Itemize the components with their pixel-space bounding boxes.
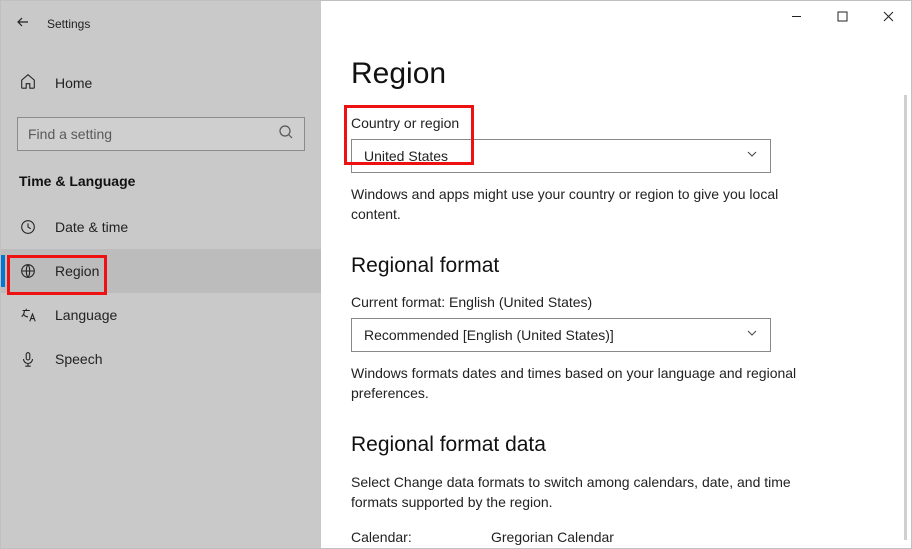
format-dropdown[interactable]: Recommended [English (United States)] [351,318,771,352]
chevron-down-icon [746,326,758,344]
home-label: Home [55,75,92,91]
minimize-button[interactable] [773,1,819,31]
home-nav[interactable]: Home [1,63,321,103]
country-value: United States [364,148,448,164]
data-description: Select Change data formats to switch amo… [351,473,811,512]
page-heading: Region [351,57,877,91]
globe-icon [19,262,37,280]
window-title: Settings [47,17,90,31]
calendar-label: Calendar: [351,529,491,545]
format-description: Windows formats dates and times based on… [351,364,811,403]
search-box[interactable] [17,117,305,151]
titlebar: Settings [1,7,321,41]
chevron-down-icon [746,147,758,165]
main-pane: Region Country or region United States W… [321,1,911,548]
section-title: Time & Language [1,151,321,205]
country-label: Country or region [351,115,877,131]
clock-icon [19,218,37,236]
nav-speech[interactable]: Speech [1,337,321,381]
calendar-row: Calendar: Gregorian Calendar [351,529,877,545]
close-button[interactable] [865,1,911,31]
calendar-value: Gregorian Calendar [491,529,614,545]
window-controls [773,1,911,31]
nav-label: Speech [55,351,102,367]
language-icon [19,306,37,324]
nav-region[interactable]: Region [1,249,321,293]
content-area: Region Country or region United States W… [321,1,911,548]
nav-language[interactable]: Language [1,293,321,337]
sidebar: Settings Home Time & Language Date & tim… [1,1,321,548]
format-heading: Regional format [351,254,877,278]
nav-label: Language [55,307,117,323]
settings-window: Settings Home Time & Language Date & tim… [0,0,912,549]
scrollbar[interactable] [904,95,907,540]
maximize-button[interactable] [819,1,865,31]
search-icon [278,124,294,145]
search-input[interactable] [28,126,278,142]
country-dropdown[interactable]: United States [351,139,771,173]
nav-label: Region [55,263,99,279]
home-icon [19,72,37,95]
country-description: Windows and apps might use your country … [351,185,811,224]
nav-label: Date & time [55,219,128,235]
data-heading: Regional format data [351,433,877,457]
format-value: Recommended [English (United States)] [364,327,614,343]
nav-date-time[interactable]: Date & time [1,205,321,249]
back-button[interactable] [15,14,31,35]
current-format-label: Current format: English (United States) [351,294,877,310]
microphone-icon [19,350,37,368]
